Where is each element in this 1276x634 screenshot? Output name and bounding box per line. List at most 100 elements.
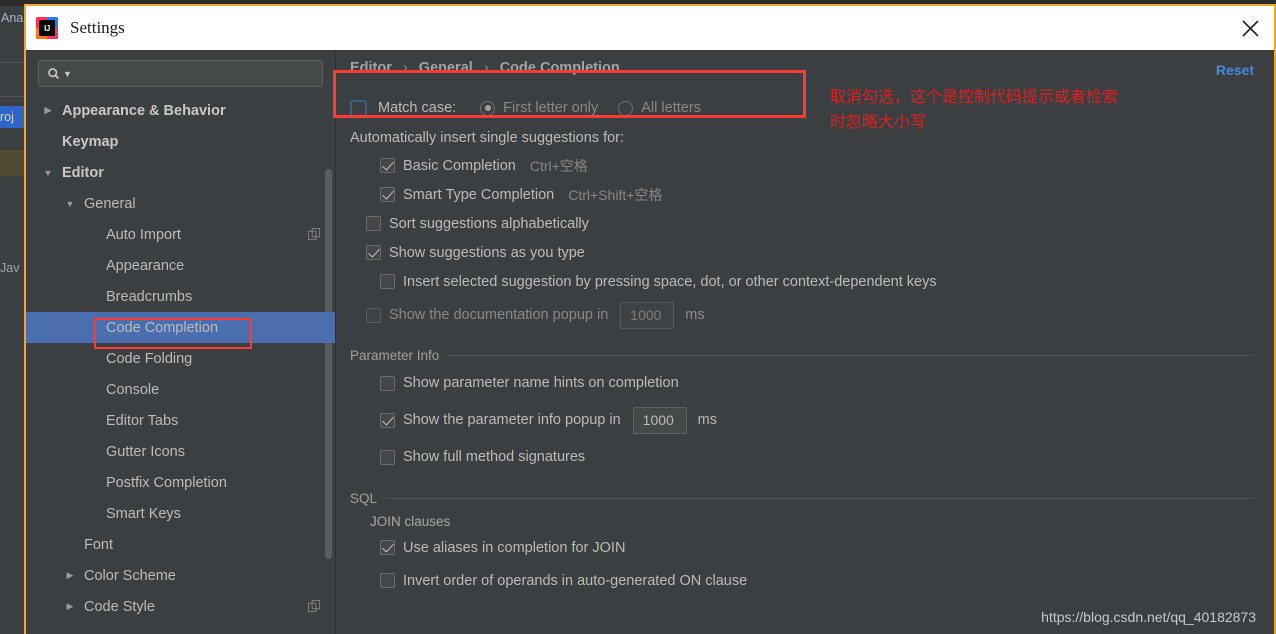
parameter-info-section-title: Parameter Info (350, 348, 440, 363)
info-popup-unit: ms (697, 412, 717, 428)
auto-insert-header: Automatically insert single suggestions … (350, 130, 625, 146)
sort-alphabetically-checkbox[interactable] (366, 216, 381, 231)
ide-divider-1 (0, 62, 26, 63)
sidebar-item-keymap[interactable]: Keymap (26, 126, 335, 157)
sidebar-item-label: Appearance & Behavior (62, 102, 226, 119)
tree-arrow-spacer (84, 261, 100, 271)
sidebar-item-label: Editor Tabs (106, 412, 179, 429)
match-case-label: Match case: (378, 100, 457, 116)
sidebar-item-editor-tabs[interactable]: Editor Tabs (26, 405, 335, 436)
sidebar-item-general[interactable]: ▼ General (26, 188, 335, 219)
sidebar-item-label: Keymap (62, 133, 119, 150)
tree-arrow-spacer (84, 323, 100, 333)
join-clauses-label: JOIN clauses (370, 514, 451, 529)
radio-all-letters-label: All letters (641, 100, 701, 116)
sidebar-item-console[interactable]: Console (26, 374, 335, 405)
doc-popup-unit: ms (685, 307, 705, 323)
sidebar-item-label: Code Completion (106, 319, 219, 336)
tree-arrow-spacer (84, 230, 100, 240)
smart-type-completion-checkbox[interactable] (380, 187, 395, 202)
dialog-title-bar: IJ Settings (26, 6, 1274, 50)
smart-type-completion-label: Smart Type Completion (403, 186, 555, 203)
sidebar-item-code-completion[interactable]: Code Completion (26, 312, 335, 349)
insert-selected-checkbox[interactable] (380, 274, 395, 289)
sort-alphabetically-row: Sort suggestions alphabetically (366, 209, 1254, 238)
sql-section-header: SQL (344, 491, 1254, 506)
sidebar-item-label: Font (84, 536, 114, 553)
sidebar-item-gutter-icons[interactable]: Gutter Icons (26, 436, 335, 467)
breadcrumb-part-editor[interactable]: Editor (350, 60, 392, 76)
sidebar-item-label: Gutter Icons (106, 443, 185, 460)
ide-divider-2 (0, 96, 26, 97)
sidebar-item-font[interactable]: Font (26, 529, 335, 560)
sidebar-item-appearance[interactable]: Appearance (26, 250, 335, 281)
sidebar-item-label: Code Style (84, 598, 155, 615)
tree-arrow-spacer (84, 447, 100, 457)
smart-type-completion-shortcut: Ctrl+Shift+空格 (568, 186, 663, 203)
use-aliases-checkbox[interactable] (380, 540, 395, 555)
sidebar-item-auto-import[interactable]: Auto Import (26, 219, 335, 250)
show-as-you-type-label: Show suggestions as you type (389, 244, 585, 261)
tree-arrow-spacer (84, 292, 100, 302)
chevron-right-icon[interactable]: ▶ (62, 570, 78, 581)
intellij-idea-logo-icon: IJ (36, 17, 58, 39)
reset-link[interactable]: Reset (1216, 62, 1254, 78)
sidebar-item-color-scheme[interactable]: ▶ Color Scheme (26, 560, 335, 591)
sidebar-item-label: Postfix Completion (106, 474, 227, 491)
sidebar-item-label: Auto Import (106, 226, 181, 243)
info-popup-row: Show the parameter info popup in 1000 ms (380, 401, 1254, 439)
search-input[interactable] (76, 65, 314, 82)
name-hints-row: Show parameter name hints on completion (380, 365, 1254, 401)
breadcrumb-separator-1: › (402, 60, 408, 76)
basic-completion-checkbox[interactable] (380, 158, 395, 173)
radio-all-letters[interactable] (618, 100, 634, 116)
sidebar-item-breadcrumbs[interactable]: Breadcrumbs (26, 281, 335, 312)
annotation-chinese-note: 取消勾选，这个是控制代码提示或者检索时忽略大小写 (830, 89, 1119, 131)
sidebar-search-wrap: ▼ (26, 50, 335, 93)
radio-first-letter-only[interactable] (480, 100, 496, 116)
info-popup-delay-input[interactable]: 1000 (632, 406, 687, 434)
breadcrumb-part-general[interactable]: General (419, 60, 473, 76)
sidebar-item-label: Editor (62, 164, 104, 181)
close-icon[interactable] (1236, 14, 1264, 42)
info-popup-checkbox[interactable] (380, 412, 395, 428)
sidebar-item-postfix-completion[interactable]: Postfix Completion (26, 467, 335, 498)
sidebar-item-label: Color Scheme (84, 567, 176, 584)
invert-order-checkbox[interactable] (380, 573, 395, 588)
tree-arrow-spacer (84, 509, 100, 519)
breadcrumb: Editor › General › Code Completion (344, 60, 1254, 82)
logo-text: IJ (39, 20, 55, 36)
chevron-down-icon[interactable]: ▼ (40, 168, 56, 178)
tree-arrow-spacer (40, 137, 56, 147)
basic-completion-label: Basic Completion (403, 157, 516, 174)
doc-popup-checkbox[interactable] (366, 307, 381, 323)
info-popup-label: Show the parameter info popup in (403, 412, 621, 428)
sidebar-item-editor[interactable]: ▼ Editor (26, 157, 335, 188)
sidebar-item-label: General (84, 195, 136, 212)
chevron-right-icon[interactable]: ▶ (62, 601, 78, 612)
chevron-right-icon[interactable]: ▶ (40, 105, 56, 116)
name-hints-label: Show parameter name hints on completion (403, 375, 679, 391)
dialog-title: Settings (70, 18, 125, 37)
match-case-checkbox[interactable] (350, 99, 367, 117)
settings-tree: ▶ Appearance & Behavior Keymap ▼ Editor ▼ Gen… (26, 93, 335, 634)
tree-arrow-spacer (62, 540, 78, 550)
copy-settings-icon[interactable] (308, 600, 321, 613)
show-as-you-type-checkbox[interactable] (366, 245, 381, 260)
sidebar-item-label: Code Folding (106, 350, 193, 367)
sidebar-item-appearance-behavior[interactable]: ▶ Appearance & Behavior (26, 95, 335, 126)
sidebar-item-label: Appearance (106, 257, 185, 274)
doc-popup-delay-input[interactable]: 1000 (620, 301, 675, 329)
sidebar-item-smart-keys[interactable]: Smart Keys (26, 498, 335, 529)
chevron-down-icon[interactable]: ▼ (62, 199, 78, 209)
doc-popup-label: Show the documentation popup in (389, 307, 609, 323)
search-box[interactable]: ▼ (38, 60, 323, 87)
full-signatures-checkbox[interactable] (380, 449, 395, 465)
name-hints-checkbox[interactable] (380, 375, 395, 391)
sidebar-item-code-style[interactable]: ▶ Code Style (26, 591, 335, 622)
basic-completion-shortcut: Ctrl+空格 (529, 157, 588, 174)
copy-settings-icon[interactable] (308, 228, 321, 241)
sidebar-item-code-folding[interactable]: Code Folding (26, 343, 335, 374)
invert-order-row: Invert order of operands in auto-generat… (380, 564, 1254, 597)
tree-arrow-spacer (84, 354, 100, 364)
